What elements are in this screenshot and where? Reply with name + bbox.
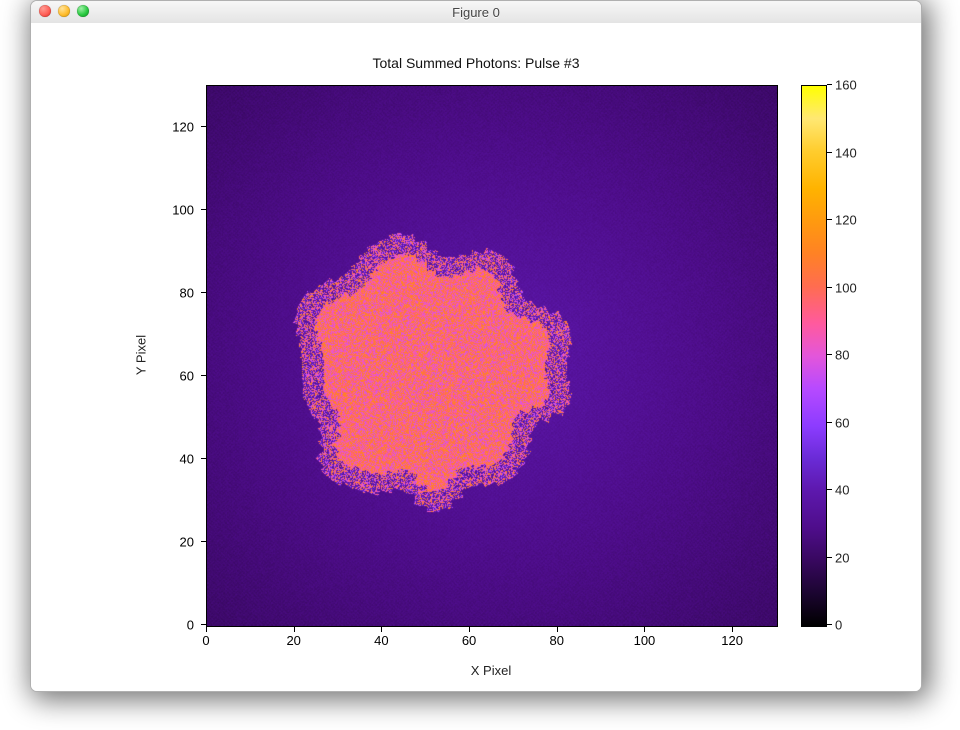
- axes: [206, 85, 778, 627]
- figure-canvas: Total Summed Photons: Pulse #3 020406080…: [31, 23, 921, 691]
- figure-window: Figure 0 Total Summed Photons: Pulse #3 …: [30, 0, 922, 692]
- colorbar: [801, 85, 827, 627]
- plot-title: Total Summed Photons: Pulse #3: [31, 55, 921, 71]
- colorbar-gradient: [802, 86, 826, 626]
- y-ticks: 020406080100120: [31, 85, 206, 625]
- colorbar-ticks: 020406080100120140160: [827, 85, 897, 625]
- x-axis-label: X Pixel: [206, 663, 776, 678]
- close-icon[interactable]: [39, 5, 51, 17]
- zoom-icon[interactable]: [77, 5, 89, 17]
- window-title: Figure 0: [452, 5, 500, 20]
- stage: Figure 0 Total Summed Photons: Pulse #3 …: [0, 0, 960, 730]
- titlebar[interactable]: Figure 0: [31, 1, 921, 24]
- y-axis-label: Y Pixel: [134, 335, 149, 375]
- minimize-icon[interactable]: [58, 5, 70, 17]
- x-ticks: 020406080100120: [206, 627, 776, 657]
- heatmap-image: [207, 86, 777, 626]
- window-controls: [39, 5, 89, 17]
